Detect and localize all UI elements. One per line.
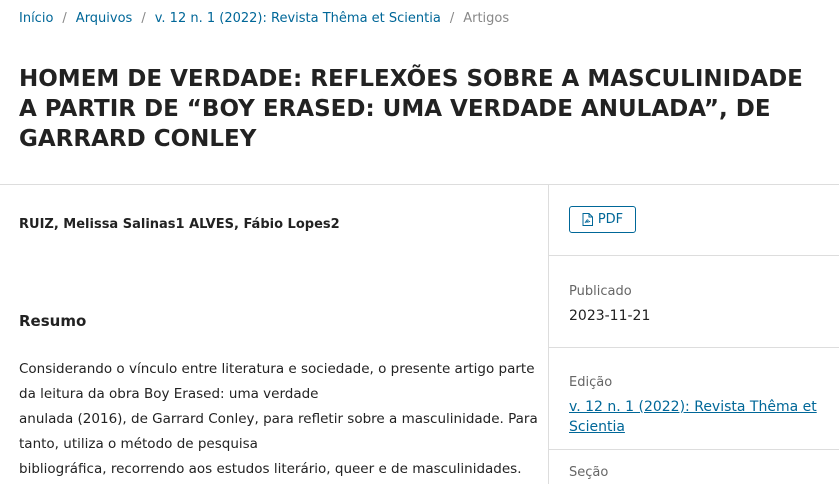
breadcrumb-current: Artigos	[463, 11, 510, 26]
breadcrumb: Início / Arquivos / v. 12 n. 1 (2022): Revis…	[19, 10, 509, 28]
sidebar-section-divider	[549, 255, 839, 256]
breadcrumb-separator: /	[62, 11, 67, 26]
breadcrumb-issue-link[interactable]: v. 12 n. 1 (2022): Revista Thêma et Scie…	[155, 11, 441, 26]
sidebar-divider	[548, 185, 549, 484]
header-divider	[0, 184, 839, 185]
abstract-text: Considerando o vínculo entre literatura …	[19, 357, 538, 482]
section-label: Seção	[569, 465, 609, 480]
article-authors: RUIZ, Melissa Salinas1 ALVES, Fábio Lope…	[19, 217, 340, 232]
abstract-line: anulada (2016), de Garrard Conley, para …	[19, 411, 538, 427]
issue-label: Edição	[569, 375, 613, 390]
abstract-line: tanto, utiliza o método de pesquisa	[19, 436, 258, 452]
published-date: 2023-11-21	[569, 308, 651, 324]
file-pdf-icon	[582, 213, 593, 226]
breadcrumb-separator: /	[141, 11, 146, 26]
published-label: Publicado	[569, 284, 632, 299]
breadcrumb-archives-link[interactable]: Arquivos	[76, 11, 133, 26]
abstract-heading: Resumo	[19, 312, 87, 330]
breadcrumb-separator: /	[449, 11, 455, 26]
abstract-line: Considerando o vínculo entre literatura …	[19, 361, 535, 377]
article-title: HOMEM DE VERDADE: REFLEXÕES SOBRE A MASC…	[19, 66, 803, 152]
sidebar-section-divider	[549, 347, 839, 348]
sidebar-section-divider	[549, 449, 839, 450]
abstract-line: da leitura da obra Boy Erased: uma verda…	[19, 386, 319, 402]
breadcrumb-home-link[interactable]: Início	[19, 11, 53, 26]
abstract-line: bibliográfica, recorrendo aos estudos li…	[19, 461, 522, 477]
issue-link[interactable]: v. 12 n. 1 (2022): Revista Thêma et Scie…	[569, 397, 819, 437]
pdf-button-label: PDF	[597, 212, 624, 227]
pdf-galley-button[interactable]: PDF	[569, 206, 636, 233]
